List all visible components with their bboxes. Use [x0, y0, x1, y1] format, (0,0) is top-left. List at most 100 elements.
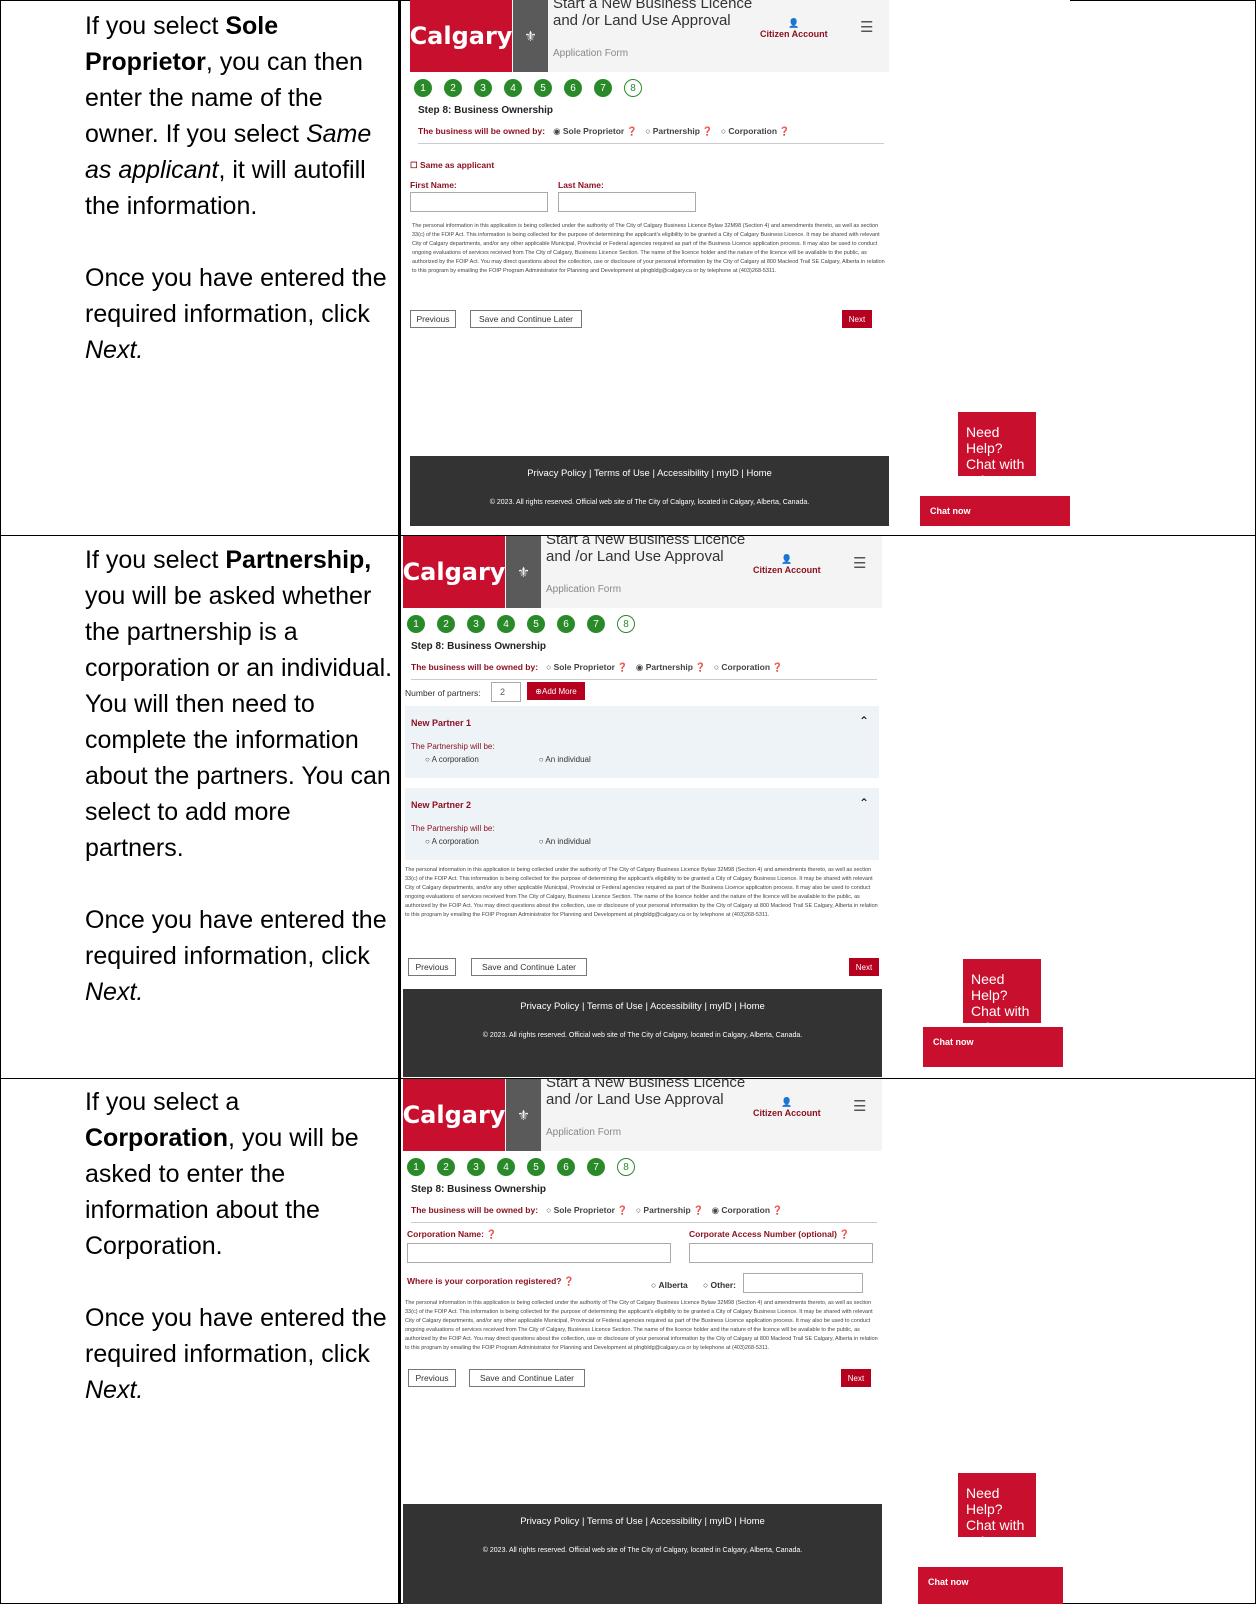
column-divider [398, 0, 401, 1604]
add-more-button[interactable]: ⊕ Add More [527, 682, 585, 700]
help-bubble[interactable]: Need Help? Chat with us! [958, 412, 1036, 488]
site-footer: Privacy Policy | Terms of Use | Accessib… [410, 456, 889, 526]
step-progress: 12345678 [407, 615, 635, 633]
chat-now-button[interactable]: Chat now [920, 496, 1070, 526]
citizen-account[interactable]: 👤 Citizen Account [753, 554, 821, 575]
step-dot-current[interactable]: 8 [624, 79, 642, 97]
radio-an-individual[interactable]: ○ An individual [539, 837, 591, 846]
previous-button[interactable]: Previous [408, 958, 456, 976]
save-continue-button[interactable]: Save and Continue Later [471, 958, 587, 976]
number-of-partners-input[interactable]: 2 [491, 682, 521, 702]
radio-label: A corporation [431, 755, 479, 764]
site-footer: Privacy Policy | Terms of Use | Accessib… [403, 989, 882, 1077]
step-dot[interactable]: 6 [557, 1158, 575, 1176]
save-continue-button[interactable]: Save and Continue Later [470, 310, 582, 328]
collapse-icon[interactable]: ⌃ [859, 796, 869, 810]
step-dot[interactable]: 4 [497, 1158, 515, 1176]
step-dot[interactable]: 7 [594, 79, 612, 97]
step-dot[interactable]: 6 [564, 79, 582, 97]
step-dot[interactable]: 1 [414, 79, 432, 97]
other-input[interactable] [743, 1273, 863, 1293]
menu-icon[interactable]: ☰ [853, 1097, 866, 1115]
corporation-name-input[interactable] [407, 1243, 671, 1263]
calgary-logo[interactable]: Calgary [410, 0, 512, 72]
step-dot[interactable]: 7 [587, 615, 605, 633]
chat-now-button[interactable]: Chat now [918, 1567, 1063, 1604]
step-dot[interactable]: 4 [504, 79, 522, 97]
app-title: Start a New Business Licence and /or Lan… [546, 536, 746, 565]
first-name-input[interactable] [410, 192, 548, 212]
step-dot[interactable]: 3 [474, 79, 492, 97]
radio-corporation-selected[interactable]: ◉ Corporation ❓ [712, 1205, 783, 1215]
instructions-row-2: If you select Partnership, you will be a… [85, 542, 395, 1046]
radio-label: Partnership [643, 1205, 691, 1215]
account-label: Citizen Account [760, 29, 828, 39]
help-bubble[interactable]: Need Help? Chat with us! [963, 959, 1041, 1035]
radio-sole[interactable]: ○ Sole Proprietor ❓ [546, 662, 628, 672]
step-dot[interactable]: 5 [527, 615, 545, 633]
save-continue-button[interactable]: Save and Continue Later [469, 1369, 585, 1387]
corporate-access-input[interactable] [689, 1243, 873, 1263]
step-dot[interactable]: 2 [444, 79, 462, 97]
radio-label: Corporation [721, 1205, 771, 1215]
crest-icon: ⚜ [506, 536, 541, 608]
radio-a-corporation[interactable]: ○ A corporation [425, 837, 479, 846]
step-dot[interactable]: 6 [557, 615, 575, 633]
radio-label: Partnership [645, 662, 693, 672]
radio-label: Corporation [728, 126, 778, 136]
owned-by-label: The business will be owned by: [418, 126, 546, 136]
next-button[interactable]: Next [842, 310, 872, 328]
owned-by-label: The business will be owned by: [411, 662, 539, 672]
step-dot[interactable]: 1 [407, 615, 425, 633]
radio-partnership[interactable]: ○ Partnership ❓ [645, 126, 713, 136]
instructions-row-1: If you select Sole Proprietor, you can t… [85, 8, 395, 404]
footer-links[interactable]: Privacy Policy | Terms of Use | Accessib… [403, 1516, 882, 1527]
footer-links[interactable]: Privacy Policy | Terms of Use | Accessib… [403, 1001, 882, 1012]
step-dot[interactable]: 7 [587, 1158, 605, 1176]
footer-links[interactable]: Privacy Policy | Terms of Use | Accessib… [410, 468, 889, 479]
next-button[interactable]: Next [841, 1369, 871, 1387]
calgary-logo[interactable]: Calgary [403, 536, 505, 608]
radio-a-corporation[interactable]: ○ A corporation [425, 755, 479, 764]
previous-button[interactable]: Previous [410, 310, 456, 328]
chat-now-button[interactable]: Chat now [923, 1027, 1063, 1067]
radio-label: Sole Proprietor [562, 126, 625, 136]
radio-an-individual[interactable]: ○ An individual [539, 755, 591, 764]
radio-sole-selected[interactable]: ◉ Sole Proprietor ❓ [553, 126, 637, 136]
step-dot-current[interactable]: 8 [617, 1158, 635, 1176]
previous-button[interactable]: Previous [408, 1369, 456, 1387]
same-as-applicant-checkbox[interactable]: ☐ Same as applicant [410, 160, 494, 171]
radio-partnership-selected[interactable]: ◉ Partnership ❓ [636, 662, 706, 672]
app-subtitle: Application Form [546, 584, 622, 595]
user-icon: 👤 [781, 1097, 793, 1107]
help-bubble[interactable]: Need Help? Chat with us! [958, 1473, 1036, 1549]
bold-term: Partnership, [225, 546, 372, 574]
radio-corporation[interactable]: ○ Corporation ❓ [721, 126, 790, 136]
corporate-access-label: Corporate Access Number (optional) ❓ [689, 1229, 850, 1239]
citizen-account[interactable]: 👤 Citizen Account [753, 1097, 821, 1118]
next-button[interactable]: Next [849, 958, 879, 976]
step-dot[interactable]: 5 [527, 1158, 545, 1176]
crest-icon: ⚜ [513, 0, 548, 72]
calgary-logo[interactable]: Calgary [403, 1079, 505, 1151]
screenshot-partnership: Calgary ⚜ Start a New Business Licence a… [403, 536, 1063, 1077]
radio-label: An individual [545, 755, 591, 764]
step-dot[interactable]: 2 [437, 1158, 455, 1176]
step-dot[interactable]: 3 [467, 1158, 485, 1176]
radio-corporation[interactable]: ○ Corporation ❓ [714, 662, 783, 672]
step-dot[interactable]: 3 [467, 615, 485, 633]
radio-alberta[interactable]: ○ Alberta [651, 1280, 688, 1290]
menu-icon[interactable]: ☰ [853, 554, 866, 572]
step-dot[interactable]: 2 [437, 615, 455, 633]
step-dot-current[interactable]: 8 [617, 615, 635, 633]
citizen-account[interactable]: 👤 Citizen Account [760, 18, 828, 39]
last-name-input[interactable] [558, 192, 696, 212]
step-dot[interactable]: 5 [534, 79, 552, 97]
radio-other[interactable]: ○ Other: [703, 1280, 736, 1290]
radio-partnership[interactable]: ○ Partnership ❓ [636, 1205, 704, 1215]
collapse-icon[interactable]: ⌃ [859, 714, 869, 728]
step-dot[interactable]: 1 [407, 1158, 425, 1176]
menu-icon[interactable]: ☰ [860, 18, 873, 36]
radio-sole[interactable]: ○ Sole Proprietor ❓ [546, 1205, 628, 1215]
step-dot[interactable]: 4 [497, 615, 515, 633]
